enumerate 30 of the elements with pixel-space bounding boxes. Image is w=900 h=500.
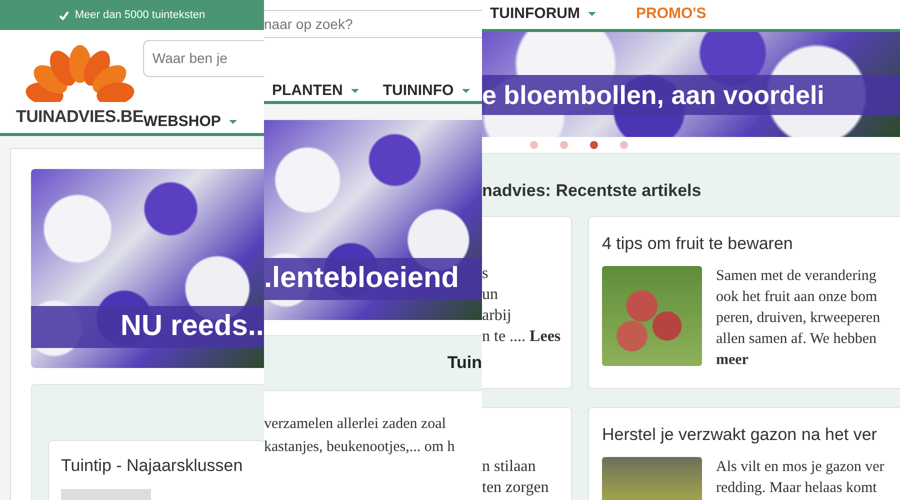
nav-link[interactable]: WEBSHOP bbox=[143, 110, 237, 133]
nav-link[interactable]: TUINFORUM bbox=[490, 3, 596, 26]
banner-caption: NU reeds.. bbox=[120, 309, 264, 344]
caret-icon bbox=[462, 89, 470, 94]
article-text: Samen met de verandering ook het fruit aan onze bom peren, druiven, krweeperen allen samen af. We hebben meer bbox=[716, 267, 880, 370]
article-text: verzamelen allerlei zaden zoal kastanjes, beukenootjes,... om h bbox=[264, 415, 456, 457]
article-text: n stilaan ten zorgen bbox=[482, 456, 550, 498]
section-heading: nadvies: Recentste artikels bbox=[482, 180, 702, 202]
caret-icon bbox=[350, 89, 359, 94]
nav-link[interactable]: TUININFO bbox=[382, 80, 470, 102]
article-title[interactable]: Tuintip - Najaarsklussen bbox=[61, 453, 264, 478]
article-text: s un arbij n te .... Lees bbox=[482, 264, 562, 346]
carousel-dot[interactable] bbox=[620, 141, 628, 149]
top-bar-text: Meer dan 5000 tuinteksten bbox=[74, 8, 206, 23]
search-field[interactable]: naar op zoek? bbox=[264, 10, 482, 38]
carousel-dot[interactable] bbox=[530, 141, 538, 149]
logo-text: TUINADVIES.BE bbox=[16, 106, 144, 128]
banner-caption: e bloembollen, aan voordeli bbox=[482, 78, 824, 112]
nav-link[interactable]: PLANTEN bbox=[272, 80, 359, 102]
caret-icon bbox=[588, 12, 596, 16]
banner-caption: .lentebloeiend bbox=[264, 261, 459, 296]
section-heading: Tuin bbox=[447, 352, 482, 374]
carousel-dot[interactable] bbox=[560, 141, 568, 149]
search-field[interactable]: Waar ben je bbox=[143, 40, 264, 76]
carousel-dot[interactable] bbox=[590, 141, 598, 149]
article-title[interactable]: Herstel je verzwakt gazon na het ver bbox=[602, 422, 900, 447]
article-text: Als vilt en mos je gazon ver redding. Maar helaas komt bbox=[716, 458, 884, 498]
check-icon bbox=[58, 10, 69, 20]
article-title[interactable]: 4 tips om fruit te bewaren bbox=[602, 230, 900, 256]
caret-icon bbox=[228, 120, 237, 124]
